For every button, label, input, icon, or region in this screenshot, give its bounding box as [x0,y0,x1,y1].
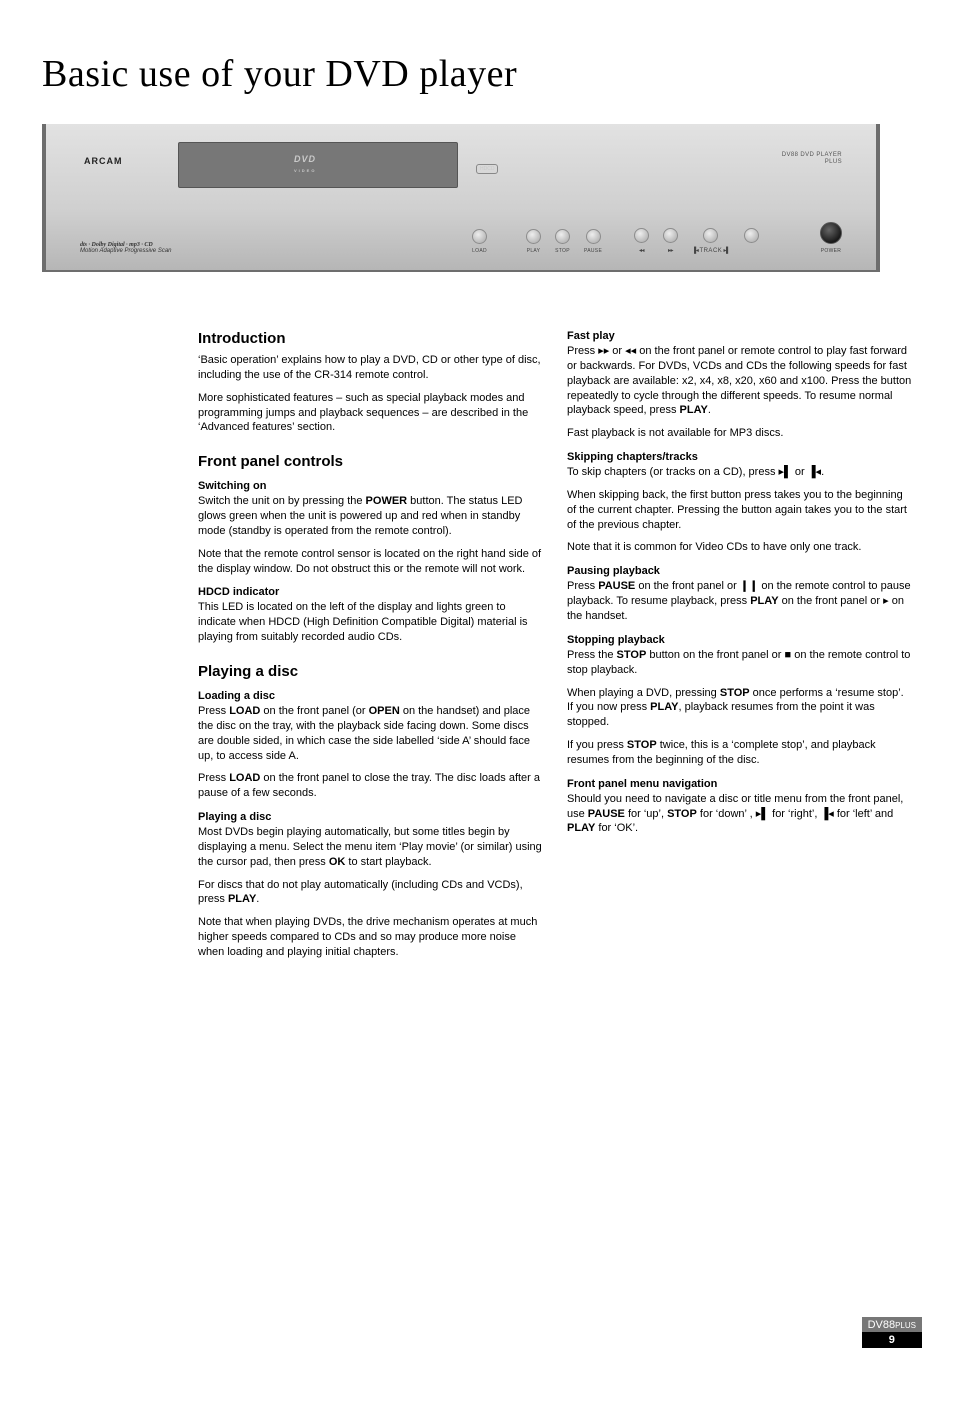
load-button[interactable] [472,229,487,244]
subheading: Pausing playback [567,565,912,577]
heading-playing-disc: Playing a disc [198,663,543,680]
subheading: Loading a disc [198,690,543,702]
paragraph: More sophisticated features – such as sp… [198,391,543,436]
paragraph: Most DVDs begin playing automatically, b… [198,825,543,870]
power-label: POWER [821,248,841,254]
paragraph: Switch the unit on by pressing the POWER… [198,494,543,539]
page-marker: DV88PLUS 9 [862,1317,922,1348]
hdcd-indicator: HDCD [476,164,498,174]
subheading: Front panel menu navigation [567,778,912,790]
ffwd-icon: ▸▸ [668,247,673,254]
prev-button[interactable] [703,228,718,243]
pause-icon: ❙❙ [740,580,758,592]
paragraph: When playing a DVD, pressing STOP once p… [567,686,912,731]
subheading: Stopping playback [567,634,912,646]
prev-icon: ▐◂ [808,466,821,478]
paragraph: This LED is located on the left of the d… [198,600,543,645]
model-badge: DV88PLUS [862,1317,922,1332]
subheading: Switching on [198,480,543,492]
right-column: Fast play Press ▸▸ or ◂◂ on the front pa… [567,330,912,968]
paragraph: For discs that do not play automatically… [198,878,543,908]
body-content: Introduction ‘Basic operation’ explains … [42,330,912,968]
subheading: Playing a disc [198,811,543,823]
next-button[interactable] [744,228,759,243]
stop-button[interactable] [555,229,570,244]
transport-button-group: PLAY STOP PAUSE [526,229,602,254]
page-number: 9 [862,1332,922,1348]
paragraph: Note that when playing DVDs, the drive m… [198,915,543,960]
paragraph: Press LOAD on the front panel (or OPEN o… [198,704,543,763]
page-title: Basic use of your DVD player [42,52,954,96]
ffwd-button[interactable] [663,228,678,243]
paragraph: If you press STOP twice, this is a ‘comp… [567,738,912,768]
paragraph: Press the STOP button on the front panel… [567,648,912,678]
pause-button[interactable] [586,229,601,244]
model-label: DV88 DVD PLAYERPLUS [782,152,842,165]
disc-tray [178,142,458,188]
paragraph: Press LOAD on the front panel to close t… [198,771,543,801]
paragraph: Fast playback is not available for MP3 d… [567,426,912,441]
heading-introduction: Introduction [198,330,543,347]
device-illustration: ARCAM DVDVIDEO HDCD DV88 DVD PLAYERPLUS … [42,124,880,272]
next-icon: ▸▌ [756,808,769,820]
prev-icon: ▐◂ [820,808,833,820]
dvd-logo: DVDVIDEO [294,154,316,174]
paragraph: When skipping back, the first button pre… [567,488,912,533]
ffwd-icon: ▸▸ [598,345,609,357]
rewind-icon: ◂◂ [639,247,644,254]
brand-label: ARCAM [84,156,123,166]
heading-front-panel: Front panel controls [198,453,543,470]
nav-button-group: ◂◂ ▸▸ ▐◂ TRACK ▸▌ [634,228,759,254]
load-button-group: LOAD [472,229,487,254]
subheading: Skipping chapters/tracks [567,451,912,463]
format-logos: dts · Dolby Digital · mp3 · CD Motion Ad… [80,242,172,254]
power-button-group: POWER [820,222,842,254]
left-column: Introduction ‘Basic operation’ explains … [198,330,543,968]
paragraph: Should you need to navigate a disc or ti… [567,792,912,837]
paragraph: To skip chapters (or tracks on a CD), pr… [567,465,912,480]
subheading: Fast play [567,330,912,342]
paragraph: Note that it is common for Video CDs to … [567,540,912,555]
subheading: HDCD indicator [198,586,543,598]
load-label: LOAD [472,248,487,254]
paragraph: Press ▸▸ or ◂◂ on the front panel or rem… [567,344,912,418]
power-button[interactable] [820,222,842,244]
paragraph: Press PAUSE on the front panel or ❙❙ on … [567,579,912,624]
play-button[interactable] [526,229,541,244]
paragraph: Note that the remote control sensor is l… [198,547,543,577]
prev-icon: ▐◂ TRACK ▸▌ [692,247,730,254]
paragraph: ‘Basic operation’ explains how to play a… [198,353,543,383]
rewind-icon: ◂◂ [625,345,636,357]
next-icon: ▸▌ [779,466,792,478]
rewind-button[interactable] [634,228,649,243]
